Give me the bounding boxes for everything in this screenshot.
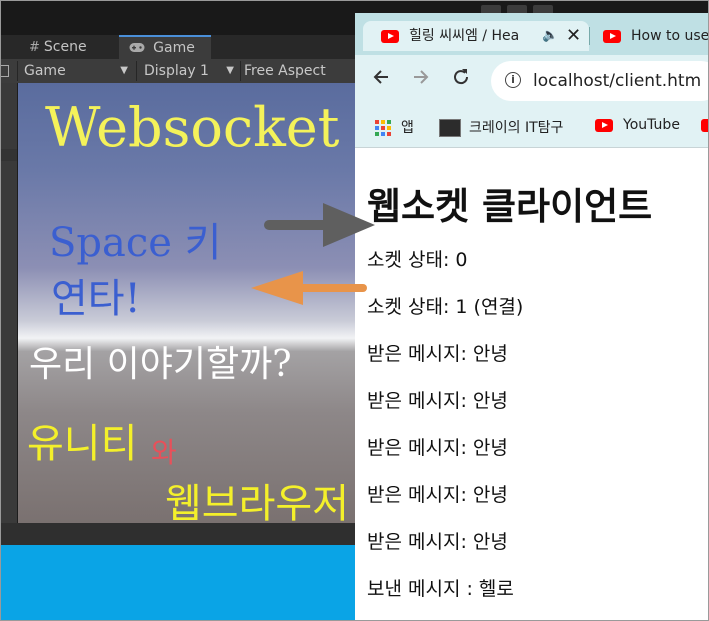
browser-tab-bar: 힐링 씨씨엠 / Hea 🔈 ✕ How to use	[355, 13, 709, 55]
and-text: 와	[151, 436, 177, 469]
tab-scene[interactable]: # Scene	[19, 35, 119, 59]
speaker-icon[interactable]: 🔈	[538, 21, 559, 51]
tab-scene-label: Scene	[43, 39, 87, 55]
blog-favicon-icon	[439, 119, 461, 137]
menu-icon[interactable]	[1, 59, 17, 83]
game-title-text: Websocket	[45, 96, 340, 159]
unity-text: 유니티	[27, 421, 138, 467]
sent-message-line: 보낸 메시지 : 헬로	[367, 578, 514, 600]
youtube-icon	[381, 29, 399, 43]
youtube-icon	[701, 118, 708, 132]
display-dropdown-label: Display 1	[144, 63, 209, 79]
bookmark-label: YouTube	[623, 117, 680, 133]
display-dropdown[interactable]: Display 1 ▼	[144, 59, 240, 83]
browser-tab-active[interactable]: 힐링 씨씨엠 / Hea 🔈 ✕	[363, 21, 589, 51]
message-line: 받은 메시지: 안녕	[367, 390, 508, 412]
rapid-press-text: 연타!	[51, 276, 141, 322]
back-arrow-icon[interactable]	[371, 67, 391, 92]
message-line: 받은 메시지: 안녕	[367, 531, 508, 553]
browser-nav-bar: i localhost/client.htm	[355, 55, 708, 107]
bookmarks-bar: 앱 크레이의 IT탐구 YouTube	[355, 107, 708, 148]
page-title: 웹소켓 클라이언트	[367, 185, 653, 228]
status-line: 소켓 상태: 0	[367, 249, 468, 271]
arrow-left-icon	[251, 271, 367, 305]
apps-grid-icon	[375, 120, 391, 136]
bookmark-youtube[interactable]: YouTube	[595, 117, 680, 133]
forward-arrow-icon[interactable]	[411, 67, 431, 92]
bookmark-label: 크레이의 IT탐구	[469, 120, 564, 136]
message-line: 받은 메시지: 안녕	[367, 437, 508, 459]
view-dropdown-label: Game	[24, 63, 66, 79]
bookmark-apps[interactable]: 앱	[375, 117, 414, 137]
arrow-right-icon	[264, 203, 375, 247]
tab-game-label: Game	[153, 40, 195, 56]
status-line: 소켓 상태: 1 (연결)	[367, 296, 524, 318]
browser-tab-title: How to use	[631, 28, 709, 44]
message-line: 받은 메시지: 안녕	[367, 343, 508, 365]
blue-panel	[1, 545, 361, 620]
browser-tab-2[interactable]: How to use	[603, 21, 709, 51]
youtube-icon	[595, 118, 613, 132]
message-line: 받은 메시지: 안녕	[367, 484, 508, 506]
close-icon[interactable]: ✕	[566, 21, 581, 51]
bookmark-blog[interactable]: 크레이의 IT탐구	[439, 117, 563, 137]
gamepad-icon	[129, 41, 149, 56]
screenshot-frame: # Scene Game Game ▼ Display 1 ▼ Free Aspe…	[0, 0, 709, 621]
aspect-dropdown-label: Free Aspect	[244, 63, 326, 79]
grid-icon: #	[29, 40, 40, 55]
page-content: 웹소켓 클라이언트 소켓 상태: 0 소켓 상태: 1 (연결) 받은 메시지:…	[367, 161, 707, 620]
view-dropdown[interactable]: Game ▼	[24, 59, 134, 83]
address-bar[interactable]: i localhost/client.htm	[491, 61, 708, 101]
bookmark-label: 앱	[401, 120, 414, 136]
tab-game[interactable]: Game	[119, 35, 211, 59]
shall-we-talk-text: 우리 이야기할까?	[29, 344, 292, 385]
hierarchy-strip	[1, 83, 18, 523]
youtube-icon	[603, 29, 621, 43]
chevron-down-icon: ▼	[120, 65, 128, 76]
info-icon[interactable]: i	[505, 72, 521, 88]
space-key-text: Space 키	[49, 220, 222, 266]
reload-icon[interactable]	[451, 67, 471, 92]
web-browser-text: 웹브라우저	[165, 481, 349, 527]
chevron-down-icon: ▼	[226, 65, 234, 76]
url-text: localhost/client.htm	[533, 71, 702, 91]
bookmark-youtube-2[interactable]	[701, 117, 708, 133]
browser-window: 힐링 씨씨엠 / Hea 🔈 ✕ How to use i localhost/…	[355, 13, 709, 620]
aspect-dropdown[interactable]: Free Aspect	[244, 59, 354, 83]
game-view-bottom-bar	[1, 523, 361, 545]
browser-tab-title: 힐링 씨씨엠 / Hea	[409, 28, 520, 44]
